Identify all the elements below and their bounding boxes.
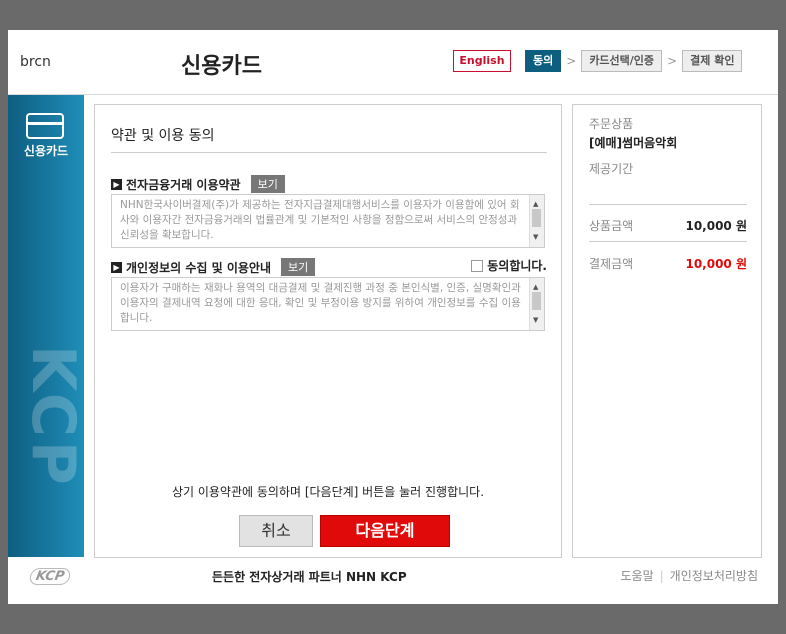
scroll-down-icon[interactable]: ▼	[533, 230, 538, 245]
price-value: 10,000 원	[685, 219, 747, 233]
credit-card-icon	[26, 113, 64, 139]
scroll-thumb[interactable]	[532, 292, 541, 310]
arrow-bullet-icon: ▶	[111, 261, 122, 273]
scroll-thumb[interactable]	[532, 209, 541, 227]
payment-window: brcn 신용카드 English 동의 > 카드선택/인증 > 결제 확인 신…	[8, 30, 778, 604]
kcp-logo: KCP	[28, 568, 72, 585]
step-confirm: 결제 확인	[682, 50, 743, 72]
payment-method-label: 신용카드	[23, 144, 69, 158]
section-title: 약관 및 이용 동의	[111, 128, 215, 144]
cancel-button[interactable]: 취소	[239, 515, 313, 547]
term-privacy-view-button[interactable]: 보기	[281, 258, 316, 276]
kcp-watermark: KCP	[18, 345, 84, 489]
order-summary: 주문상품 [예매]썸머음악회 제공기간 상품금액 10,000 원 결제금액 1…	[572, 104, 762, 558]
scrollbar[interactable]: ▲ ▼	[529, 195, 544, 247]
chevron-right-icon: >	[566, 54, 577, 68]
term-ef-view-button[interactable]: 보기	[250, 175, 285, 193]
product-label: 주문상품	[589, 117, 634, 131]
payment-method-sidebar: 신용카드 KCP	[8, 95, 84, 557]
agree-checkbox[interactable]	[471, 259, 484, 272]
agree-label: 동의합니다.	[487, 259, 547, 273]
agree-option[interactable]: 동의합니다.	[471, 257, 547, 274]
term-ef-heading: ▶ 전자금융거래 이용약관 보기	[111, 175, 285, 193]
page-title: 신용카드	[181, 54, 262, 79]
term-ef-textbox[interactable]: NHN한국사이버결제(주)가 제공하는 전자지급결제대행서비스를 이용자가 이용…	[111, 194, 545, 248]
price-label: 상품금액	[589, 219, 634, 233]
step-agree: 동의	[525, 50, 562, 72]
step-card-select: 카드선택/인증	[581, 50, 663, 72]
term-privacy-textbox[interactable]: 이용자가 구매하는 재화나 용역의 대금결제 및 결제진행 과정 중 본인식별,…	[111, 277, 545, 331]
term-privacy-text: 이용자가 구매하는 재화나 용역의 대금결제 및 결제진행 과정 중 본인식별,…	[120, 282, 521, 324]
product-name: [예매]썸머음악회	[589, 136, 678, 150]
arrow-bullet-icon: ▶	[111, 178, 122, 190]
agreement-notice: 상기 이용약관에 동의하며 [다음단계] 버튼을 눌러 진행합니다.	[171, 485, 485, 499]
period-label: 제공기간	[589, 162, 634, 176]
terms-panel: 약관 및 이용 동의 ▶ 전자금융거래 이용약관 보기 NHN한국사이버결제(주…	[94, 104, 562, 558]
term-ef-title: 전자금융거래 이용약관	[126, 177, 241, 192]
term-privacy-heading: ▶ 개인정보의 수집 및 이용안내 보기	[111, 258, 316, 276]
divider	[589, 241, 747, 242]
divider: |	[659, 569, 664, 583]
divider	[589, 204, 747, 205]
next-step-button[interactable]: 다음단계	[320, 515, 450, 547]
english-button[interactable]: English	[453, 50, 511, 72]
merchant-name: brcn	[20, 54, 51, 70]
step-indicator: 동의 > 카드선택/인증 > 결제 확인	[525, 50, 743, 72]
scroll-down-icon[interactable]: ▼	[533, 313, 538, 328]
footer-slogan: 든든한 전자상거래 파트너 NHN KCP	[212, 570, 407, 584]
header: brcn 신용카드 English 동의 > 카드선택/인증 > 결제 확인	[8, 30, 778, 95]
divider	[111, 152, 547, 153]
pay-value: 10,000 원	[685, 257, 747, 271]
footer-links: 도움말 | 개인정보처리방침	[621, 567, 759, 584]
term-ef-text: NHN한국사이버결제(주)가 제공하는 전자지급결제대행서비스를 이용자가 이용…	[120, 199, 520, 241]
chevron-right-icon: >	[667, 54, 678, 68]
help-link[interactable]: 도움말	[621, 569, 654, 583]
privacy-policy-link[interactable]: 개인정보처리방침	[670, 569, 758, 583]
pay-label: 결제금액	[589, 257, 634, 271]
term-privacy-title: 개인정보의 수집 및 이용안내	[126, 260, 272, 275]
scrollbar[interactable]: ▲ ▼	[529, 278, 544, 330]
